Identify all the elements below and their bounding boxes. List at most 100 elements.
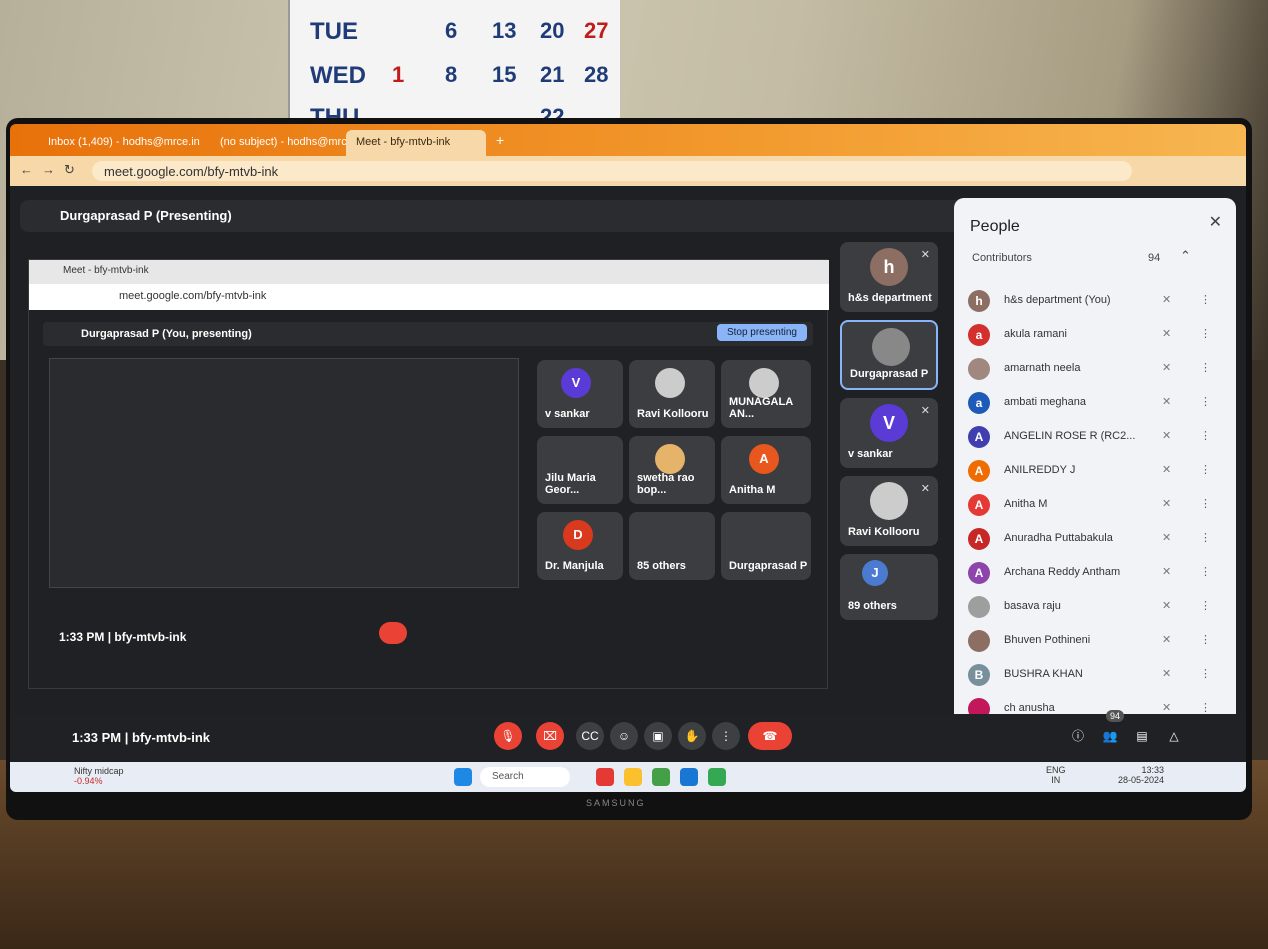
stop-presenting-button[interactable]: Stop presenting — [716, 324, 807, 341]
participant-avatar — [968, 630, 990, 652]
more-options-button[interactable]: ⋮ — [712, 722, 740, 750]
inner-tile-avatar — [655, 444, 685, 474]
more-options-icon[interactable]: ⋮ — [1200, 293, 1211, 306]
people-panel: People ✕ Contributors 94 ⌃ h h&s departme… — [954, 198, 1236, 742]
stock-widget[interactable]: Nifty midcap -0.94% — [74, 766, 124, 786]
more-options-icon[interactable]: ⋮ — [1200, 599, 1211, 612]
nested-screen-recursion — [49, 358, 519, 588]
more-options-icon[interactable]: ⋮ — [1200, 395, 1211, 408]
chat-icon[interactable]: ▤ — [1128, 722, 1156, 750]
people-icon[interactable]: 👥 — [1096, 722, 1124, 750]
participant-row[interactable]: A Anuradha Puttabakula ✕ ⋮ — [964, 524, 1226, 556]
inner-tile: swetha rao bop... — [629, 436, 715, 504]
participant-row[interactable]: A Anitha M ✕ ⋮ — [964, 490, 1226, 522]
more-options-icon[interactable]: ⋮ — [1200, 701, 1211, 714]
language-indicator[interactable]: ENG IN — [1046, 765, 1066, 785]
info-icon[interactable]: ⓘ — [1064, 722, 1092, 750]
calendar-number: 15 — [492, 62, 517, 87]
inner-tile-name: Dr. Manjula — [545, 560, 604, 572]
windows-taskbar: Nifty midcap -0.94% Search ENG IN 13:33 … — [10, 762, 1246, 792]
mic-off-button[interactable]: 🎙 — [494, 722, 522, 750]
contributors-label: Contributors — [972, 252, 1032, 264]
participant-name: akula ramani — [1004, 328, 1067, 340]
clock-date: 28-05-2024 — [1118, 775, 1165, 785]
activities-icon[interactable]: △ — [1160, 722, 1188, 750]
inner-tile-name: v sankar — [545, 408, 590, 420]
leave-call-button[interactable]: ☎ — [748, 722, 792, 750]
url-field[interactable]: meet.google.com/bfy-mtvb-ink — [92, 161, 1132, 181]
participant-name: amarnath neela — [1004, 362, 1081, 374]
inner-url: meet.google.com/bfy-mtvb-ink — [119, 290, 267, 302]
emoji-button[interactable]: ☺ — [610, 722, 638, 750]
participant-row[interactable]: a akula ramani ✕ ⋮ — [964, 320, 1226, 352]
inner-tile: A Anitha M — [721, 436, 811, 504]
more-options-icon[interactable]: ⋮ — [1200, 531, 1211, 544]
more-options-icon[interactable]: ⋮ — [1200, 361, 1211, 374]
inner-leave-call-icon — [379, 622, 407, 644]
folder-icon[interactable] — [624, 768, 642, 786]
calendar-number: 1 — [392, 62, 405, 87]
inner-time-code: 1:33 PM | bfy-mtvb-ink — [59, 630, 187, 644]
participant-row[interactable]: basava raju ✕ ⋮ — [964, 592, 1226, 624]
inner-code: bfy-mtvb-ink — [114, 630, 187, 644]
captions-button[interactable]: CC — [576, 722, 604, 750]
forward-icon[interactable]: → — [42, 162, 55, 177]
participant-row[interactable]: A ANGELIN ROSE R (RC2... ✕ ⋮ — [964, 422, 1226, 454]
participant-row[interactable]: B BUSHRA KHAN ✕ ⋮ — [964, 660, 1226, 692]
present-button[interactable]: ▣ — [644, 722, 672, 750]
inner-tile: Durgaprasad P — [721, 512, 811, 580]
back-icon[interactable]: ← — [20, 162, 33, 177]
more-options-icon[interactable]: ⋮ — [1200, 327, 1211, 340]
calendar-row: WED 1 8 15 21 28 — [290, 62, 620, 96]
taskbar-search[interactable]: Search — [480, 767, 570, 787]
participant-avatar: B — [968, 664, 990, 686]
participant-avatar: A — [968, 460, 990, 482]
more-options-icon[interactable]: ⋮ — [1200, 565, 1211, 578]
participant-row[interactable]: amarnath neela ✕ ⋮ — [964, 354, 1226, 386]
inner-address-bar: meet.google.com/bfy-mtvb-ink — [29, 284, 829, 310]
tab-inbox[interactable]: Inbox (1,409) - hodhs@mrce.in — [38, 130, 210, 156]
inner-tile-name: Anitha M — [729, 484, 776, 496]
more-options-icon[interactable]: ⋮ — [1200, 633, 1211, 646]
mic-off-icon: ✕ — [920, 483, 930, 495]
participant-row[interactable]: Bhuven Pothineni ✕ ⋮ — [964, 626, 1226, 658]
more-options-icon[interactable]: ⋮ — [1200, 429, 1211, 442]
mic-off-icon: ✕ — [1162, 328, 1172, 340]
more-options-icon[interactable]: ⋮ — [1200, 463, 1211, 476]
clock[interactable]: 13:33 28-05-2024 — [1118, 765, 1164, 785]
participant-avatar — [968, 596, 990, 618]
tab-meet[interactable]: Meet - bfy-mtvb-ink — [346, 130, 486, 156]
participant-row[interactable]: A Archana Reddy Antham ✕ ⋮ — [964, 558, 1226, 590]
camera-off-button[interactable]: ⌧ — [536, 722, 564, 750]
side-tile: J 89 others — [840, 554, 938, 620]
mic-off-icon: ✕ — [1162, 498, 1172, 510]
participant-avatar: A — [968, 528, 990, 550]
participant-row[interactable]: A ANILREDDY J ✕ ⋮ — [964, 456, 1226, 488]
edge-icon[interactable] — [680, 768, 698, 786]
more-options-icon[interactable]: ⋮ — [1200, 497, 1211, 510]
participant-row[interactable]: a ambati meghana ✕ ⋮ — [964, 388, 1226, 420]
new-tab-icon[interactable]: + — [496, 132, 504, 148]
inner-presenter-bar: Durgaprasad P (You, presenting) Stop pre… — [43, 322, 813, 346]
meeting-time: 1:33 PM — [72, 730, 122, 745]
inner-tile-avatar: A — [749, 444, 779, 474]
store-icon[interactable] — [652, 768, 670, 786]
mic-off-icon: ✕ — [920, 249, 930, 261]
monitor-brand: SAMSUNG — [586, 798, 646, 808]
reload-icon[interactable]: ↻ — [64, 162, 75, 178]
lang-region: IN — [1051, 775, 1061, 785]
participant-name: ANGELIN ROSE R (RC2... — [1004, 430, 1136, 442]
calendar-number: 27 — [584, 18, 609, 43]
windows-start-icon[interactable] — [454, 768, 472, 786]
calendar-number: 21 — [540, 62, 565, 87]
participant-name: ambati meghana — [1004, 396, 1086, 408]
stock-name: Nifty midcap — [74, 766, 124, 776]
raise-hand-button[interactable]: ✋ — [678, 722, 706, 750]
inner-tile-name: Ravi Kollooru — [637, 408, 709, 420]
chrome-icon[interactable] — [708, 768, 726, 786]
app-icon[interactable] — [596, 768, 614, 786]
participant-row[interactable]: h h&s department (You) ✕ ⋮ — [964, 286, 1226, 318]
more-options-icon[interactable]: ⋮ — [1200, 667, 1211, 680]
chevron-up-icon[interactable]: ⌃ — [1180, 248, 1191, 264]
close-icon[interactable]: ✕ — [1209, 212, 1222, 232]
